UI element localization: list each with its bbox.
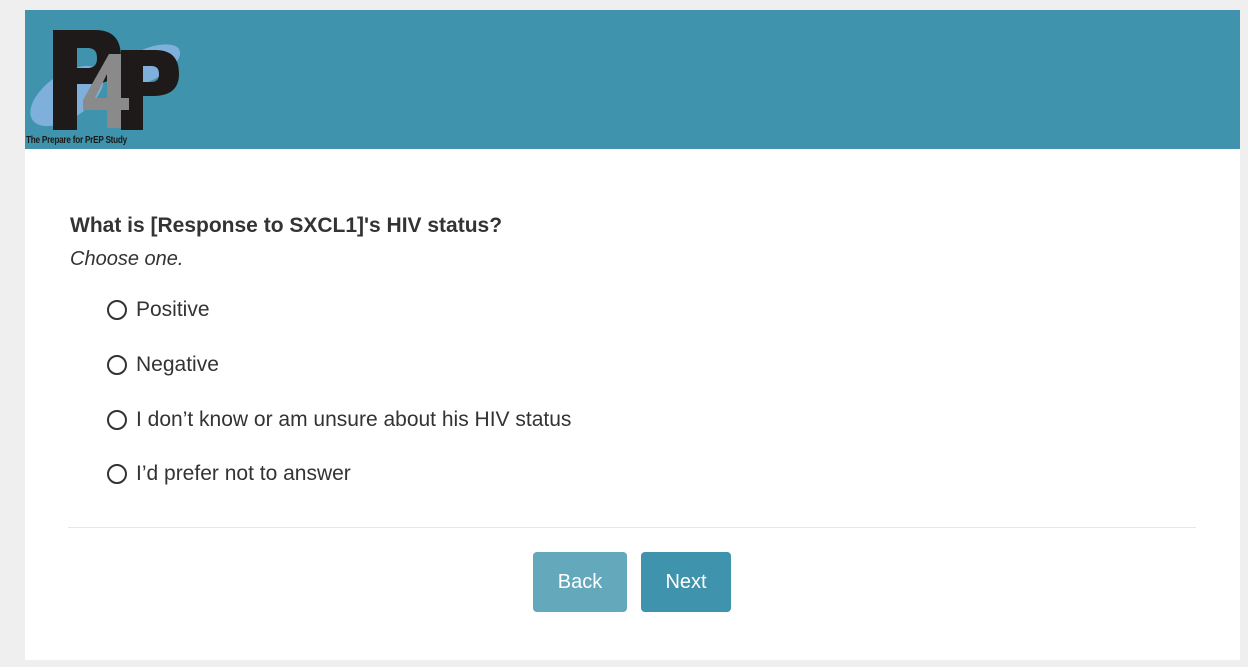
option-label: I don’t know or am unsure about his HIV … (136, 408, 572, 431)
radio-unsure[interactable] (107, 410, 127, 430)
option-negative[interactable]: Negative (107, 351, 219, 379)
radio-positive[interactable] (107, 300, 127, 320)
radio-negative[interactable] (107, 355, 127, 375)
divider (68, 527, 1196, 528)
logo-caption: The Prepare for PrEP Study (26, 135, 128, 146)
question-text: What is [Response to SXCL1]'s HIV status… (70, 214, 503, 237)
option-unsure[interactable]: I don’t know or am unsure about his HIV … (107, 406, 571, 434)
option-label: Positive (136, 298, 210, 321)
header-banner: The Prepare for PrEP Study (25, 10, 1240, 149)
p4p-logo: The Prepare for PrEP Study (25, 24, 190, 146)
option-prefer-not[interactable]: I’d prefer not to answer (107, 460, 351, 488)
back-button[interactable]: Back (533, 552, 627, 612)
option-label: I’d prefer not to answer (136, 462, 351, 485)
next-button[interactable]: Next (641, 552, 731, 612)
p4p-logo-graphic (30, 30, 181, 130)
survey-page: The Prepare for PrEP Study What is [Resp… (25, 10, 1240, 660)
option-positive[interactable]: Positive (107, 296, 210, 324)
question-instruction: Choose one. (70, 248, 184, 270)
option-label: Negative (136, 353, 219, 376)
radio-prefer-not[interactable] (107, 464, 127, 484)
